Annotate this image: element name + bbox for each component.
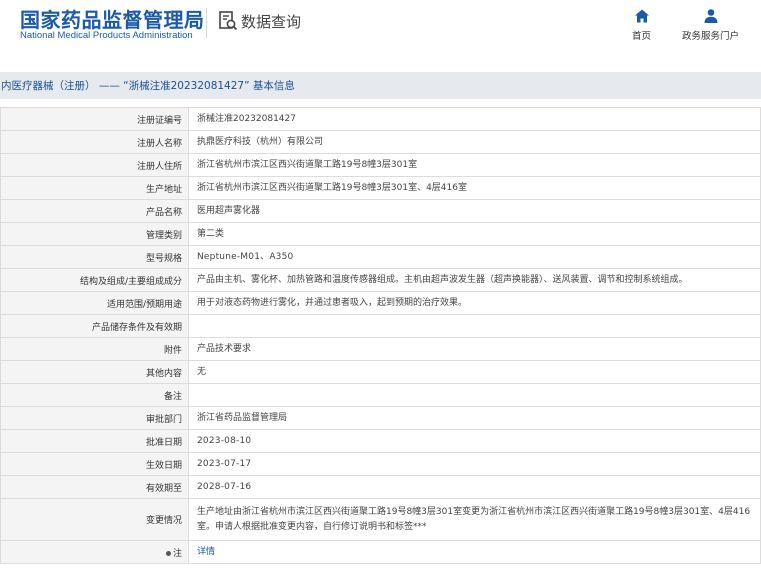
nav-home[interactable]: 首页 [632,8,651,42]
row-label: 备注 [0,383,189,407]
row-label: 审批部门 [0,406,189,430]
home-icon [634,9,649,23]
row-value: Neptune-M01、A350 [188,245,761,269]
header-divider [206,8,207,38]
table-row: 附件 产品技术要求 [0,337,761,361]
row-label: 生产地址 [0,176,189,200]
row-label: 注册证编号 [0,107,189,131]
row-value: 无 [188,360,761,384]
row-label: 适用范围/预期用途 [0,291,189,315]
table-row: 型号规格 Neptune-M01、A350 [0,245,761,269]
row-value: 2028-07-16 [188,475,761,499]
row-label: 附件 [0,337,189,361]
table-row: 其他内容无 [0,360,761,384]
row-label: 型号规格 [0,245,189,269]
row-label: 注册人名称 [0,130,189,154]
row-value: 产品技术要求 [188,337,761,361]
table-row: 注册人住所 浙江省杭州市滨江区西兴街道聚工路19号8幢3层301室 [0,153,761,177]
row-value: 浙械注准20232081427 [188,107,761,131]
nav-gov-label: 政务服务门户 [682,31,740,42]
row-value: 浙江省杭州市滨江区西兴街道聚工路19号8幢3层301室 [188,153,761,177]
data-query-title: 数据查询 [218,10,301,32]
table-row: 审批部门 浙江省药品监督管理局 [0,406,761,430]
row-label: 变更情况 [0,498,189,541]
row-label: 结构及组成/主要组成成分 [0,268,189,292]
row-label: 注册人住所 [0,153,189,177]
table-row: 批准日期 2023-08-10 [0,429,761,453]
note-label: 注 [172,548,182,559]
query-title-label: 数据查询 [241,12,302,31]
row-value: 医用超声雾化器 [188,199,761,223]
nav-gov-service-portal[interactable]: 政务服务门户 [682,8,739,42]
row-label: 生效日期 [0,452,189,476]
site-logo-en[interactable]: National Medical Products Administration [20,30,193,41]
row-label: 产品储存条件及有效期 [0,314,189,338]
table-row: 生效日期 2023-07-17 [0,452,761,476]
row-label: 其他内容 [0,360,189,384]
row-value [188,314,761,338]
table-row: 注册证编号 浙械注准20232081427 [0,107,761,131]
site-header: 国家药品监督管理局 National Medical Products Admi… [0,0,761,72]
nav-home-label: 首页 [632,31,652,42]
row-label-note: 注 [0,540,189,564]
row-value: 浙江省杭州市滨江区西兴街道聚工路19号8幢3层301室、4层416室 [188,176,761,200]
row-value [188,383,761,407]
table-row: 管理类别 第二类 [0,222,761,246]
table-row: 有效期至 2028-07-16 [0,475,761,499]
row-value: 2023-07-17 [188,452,761,476]
row-value: 用于对液态药物进行雾化，并通过患者吸入，起到预期的治疗效果。 [188,291,761,315]
table-row: 注册人名称 执鼎医疗科技（杭州）有限公司 [0,130,761,154]
row-label: 产品名称 [0,199,189,223]
table-row: 产品名称 医用超声雾化器 [0,199,761,223]
row-label: 管理类别 [0,222,189,246]
row-value: 第二类 [188,222,761,246]
table-row: 变更情况 生产地址由浙江省杭州市滨江区西兴街道聚工路19号8幢3层301室变更为浙… [0,498,761,541]
row-value: 浙江省药品监督管理局 [188,406,761,430]
table-row: 结构及组成/主要组成成分 产品由主机、雾化杯、加热管路和温度传感器组成。主机由超声… [0,268,761,292]
table-row: 备注 [0,383,761,407]
row-label: 批准日期 [0,429,189,453]
table-row: 注 详情 [0,540,761,564]
row-value: 详情 [188,540,761,564]
table-row: 生产地址 浙江省杭州市滨江区西兴街道聚工路19号8幢3层301室、4层416室 [0,176,761,200]
record-title-bar: 内医疗器械（注册） —— “浙械注准20232081427” 基本信息 [0,72,761,99]
row-value: 2023-08-10 [188,429,761,453]
details-link[interactable]: 详情 [197,547,215,557]
table-row: 产品储存条件及有效期 [0,314,761,338]
site-logo-cn[interactable]: 国家药品监督管理局 [20,4,205,33]
registration-info-table: 注册证编号 浙械注准20232081427 注册人名称 执鼎医疗科技（杭州）有限公司… [0,107,761,564]
user-icon [704,9,717,23]
record-title: 内医疗器械（注册） —— “浙械注准20232081427” 基本信息 [1,80,295,92]
row-value: 产品由主机、雾化杯、加热管路和温度传感器组成。主机由超声波发生器（超声换能器）、… [188,268,761,292]
info-dot-icon [165,550,171,556]
table-row: 适用范围/预期用途 用于对液态药物进行雾化，并通过患者吸入，起到预期的治疗效果。 [0,291,761,315]
row-value: 执鼎医疗科技（杭州）有限公司 [188,130,761,154]
document-search-icon [219,11,238,31]
row-label: 有效期至 [0,475,189,499]
row-value: 生产地址由浙江省杭州市滨江区西兴街道聚工路19号8幢3层301室变更为浙江省杭州… [188,498,761,541]
